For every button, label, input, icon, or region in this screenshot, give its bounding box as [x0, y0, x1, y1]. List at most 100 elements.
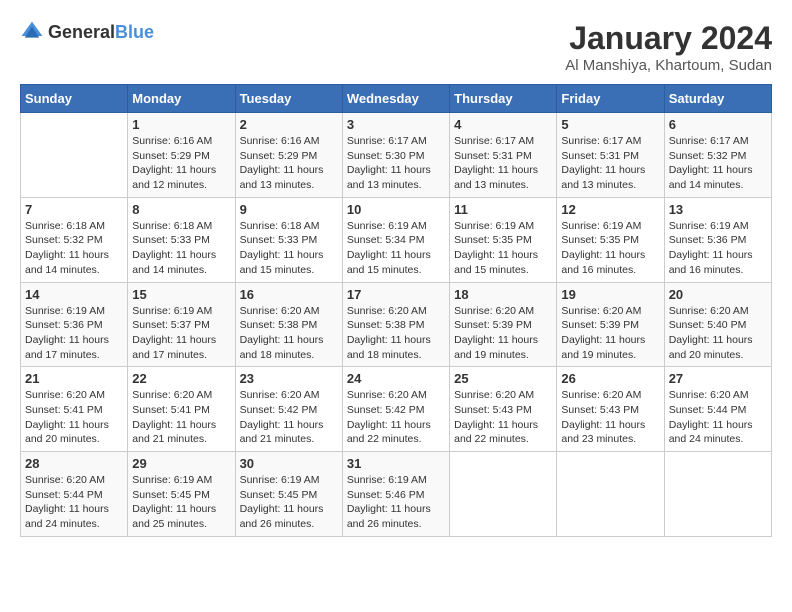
day-number: 14 [25, 287, 123, 302]
day-info: Sunrise: 6:18 AMSunset: 5:33 PMDaylight:… [240, 219, 338, 278]
day-number: 13 [669, 202, 767, 217]
day-number: 10 [347, 202, 445, 217]
calendar-table: SundayMondayTuesdayWednesdayThursdayFrid… [20, 84, 772, 537]
calendar-cell: 5 Sunrise: 6:17 AMSunset: 5:31 PMDaylight… [557, 113, 664, 198]
day-number: 12 [561, 202, 659, 217]
day-number: 24 [347, 371, 445, 386]
calendar-cell: 23Sunrise: 6:20 AMSunset: 5:42 PMDayligh… [235, 367, 342, 452]
calendar-cell: 22 Sunrise: 6:20 AMSunset: 5:41 PMDayligh… [128, 367, 235, 452]
logo: GeneralBlue [20, 20, 154, 44]
day-info: Sunrise: 6:16 AMSunset: 5:29 PMDaylight:… [240, 134, 338, 193]
calendar-cell: 21 Sunrise: 6:20 AMSunset: 5:41 PMDayligh… [21, 367, 128, 452]
day-number: 3 [347, 117, 445, 132]
day-number: 21 [25, 371, 123, 386]
logo-text-general: General [48, 22, 115, 42]
weekday-header-saturday: Saturday [664, 85, 771, 113]
month-title: January 2024 [565, 20, 772, 57]
calendar-cell: 13 Sunrise: 6:19 AMSunset: 5:36 PMDayligh… [664, 197, 771, 282]
calendar-cell: 19 Sunrise: 6:20 AMSunset: 5:39 PMDayligh… [557, 282, 664, 367]
location-title: Al Manshiya, Khartoum, Sudan [565, 57, 772, 74]
calendar-cell: 1 Sunrise: 6:16 AMSunset: 5:29 PMDaylight… [128, 113, 235, 198]
day-number: 17 [347, 287, 445, 302]
day-info: Sunrise: 6:20 AMSunset: 5:43 PMDaylight:… [561, 388, 659, 447]
day-info: Sunrise: 6:20 AMSunset: 5:43 PMDaylight:… [454, 388, 552, 447]
day-info: Sunrise: 6:19 AMSunset: 5:34 PMDaylight:… [347, 219, 445, 278]
day-number: 31 [347, 456, 445, 471]
calendar-cell: 20 Sunrise: 6:20 AMSunset: 5:40 PMDayligh… [664, 282, 771, 367]
day-info: Sunrise: 6:20 AMSunset: 5:38 PMDaylight:… [347, 304, 445, 363]
day-info: Sunrise: 6:17 AMSunset: 5:31 PMDaylight:… [454, 134, 552, 193]
day-number: 28 [25, 456, 123, 471]
day-number: 9 [240, 202, 338, 217]
calendar-cell: 10 Sunrise: 6:19 AMSunset: 5:34 PMDayligh… [342, 197, 449, 282]
day-number: 15 [132, 287, 230, 302]
day-info: Sunrise: 6:19 AMSunset: 5:46 PMDaylight:… [347, 473, 445, 532]
day-info: Sunrise: 6:18 AMSunset: 5:33 PMDaylight:… [132, 219, 230, 278]
calendar-cell: 25Sunrise: 6:20 AMSunset: 5:43 PMDayligh… [450, 367, 557, 452]
day-number: 2 [240, 117, 338, 132]
week-row-1: 1 Sunrise: 6:16 AMSunset: 5:29 PMDaylight… [21, 113, 772, 198]
weekday-header-row: SundayMondayTuesdayWednesdayThursdayFrid… [21, 85, 772, 113]
day-info: Sunrise: 6:20 AMSunset: 5:41 PMDaylight:… [25, 388, 123, 447]
day-number: 26 [561, 371, 659, 386]
calendar-cell: 30Sunrise: 6:19 AMSunset: 5:45 PMDayligh… [235, 452, 342, 537]
day-number: 23 [240, 371, 338, 386]
calendar-cell: 3Sunrise: 6:17 AMSunset: 5:30 PMDaylight… [342, 113, 449, 198]
week-row-3: 14 Sunrise: 6:19 AMSunset: 5:36 PMDayligh… [21, 282, 772, 367]
day-info: Sunrise: 6:20 AMSunset: 5:42 PMDaylight:… [347, 388, 445, 447]
weekday-header-wednesday: Wednesday [342, 85, 449, 113]
day-number: 4 [454, 117, 552, 132]
calendar-cell: 4 Sunrise: 6:17 AMSunset: 5:31 PMDaylight… [450, 113, 557, 198]
calendar-cell: 31 Sunrise: 6:19 AMSunset: 5:46 PMDayligh… [342, 452, 449, 537]
calendar-cell [664, 452, 771, 537]
logo-text-blue: Blue [115, 22, 154, 42]
day-info: Sunrise: 6:19 AMSunset: 5:35 PMDaylight:… [454, 219, 552, 278]
day-info: Sunrise: 6:19 AMSunset: 5:36 PMDaylight:… [25, 304, 123, 363]
calendar-cell: 11 Sunrise: 6:19 AMSunset: 5:35 PMDayligh… [450, 197, 557, 282]
day-info: Sunrise: 6:19 AMSunset: 5:45 PMDaylight:… [240, 473, 338, 532]
calendar-cell: 2 Sunrise: 6:16 AMSunset: 5:29 PMDaylight… [235, 113, 342, 198]
day-number: 27 [669, 371, 767, 386]
calendar-cell: 9 Sunrise: 6:18 AMSunset: 5:33 PMDaylight… [235, 197, 342, 282]
day-number: 7 [25, 202, 123, 217]
page-header: GeneralBlue January 2024 Al Manshiya, Kh… [20, 20, 772, 74]
weekday-header-friday: Friday [557, 85, 664, 113]
day-info: Sunrise: 6:20 AMSunset: 5:39 PMDaylight:… [561, 304, 659, 363]
weekday-header-thursday: Thursday [450, 85, 557, 113]
calendar-cell: 6 Sunrise: 6:17 AMSunset: 5:32 PMDaylight… [664, 113, 771, 198]
day-info: Sunrise: 6:19 AMSunset: 5:35 PMDaylight:… [561, 219, 659, 278]
calendar-cell: 16 Sunrise: 6:20 AMSunset: 5:38 PMDayligh… [235, 282, 342, 367]
calendar-cell: 7Sunrise: 6:18 AMSunset: 5:32 PMDaylight… [21, 197, 128, 282]
day-info: Sunrise: 6:17 AMSunset: 5:31 PMDaylight:… [561, 134, 659, 193]
day-info: Sunrise: 6:17 AMSunset: 5:32 PMDaylight:… [669, 134, 767, 193]
calendar-cell [21, 113, 128, 198]
day-info: Sunrise: 6:20 AMSunset: 5:40 PMDaylight:… [669, 304, 767, 363]
day-number: 5 [561, 117, 659, 132]
day-number: 11 [454, 202, 552, 217]
calendar-cell: 26 Sunrise: 6:20 AMSunset: 5:43 PMDayligh… [557, 367, 664, 452]
day-number: 22 [132, 371, 230, 386]
weekday-header-sunday: Sunday [21, 85, 128, 113]
week-row-5: 28Sunrise: 6:20 AMSunset: 5:44 PMDayligh… [21, 452, 772, 537]
calendar-cell: 18Sunrise: 6:20 AMSunset: 5:39 PMDayligh… [450, 282, 557, 367]
day-number: 29 [132, 456, 230, 471]
calendar-cell: 29Sunrise: 6:19 AMSunset: 5:45 PMDayligh… [128, 452, 235, 537]
day-info: Sunrise: 6:20 AMSunset: 5:41 PMDaylight:… [132, 388, 230, 447]
calendar-cell: 28Sunrise: 6:20 AMSunset: 5:44 PMDayligh… [21, 452, 128, 537]
day-info: Sunrise: 6:19 AMSunset: 5:37 PMDaylight:… [132, 304, 230, 363]
day-number: 1 [132, 117, 230, 132]
day-info: Sunrise: 6:19 AMSunset: 5:36 PMDaylight:… [669, 219, 767, 278]
calendar-cell: 8 Sunrise: 6:18 AMSunset: 5:33 PMDaylight… [128, 197, 235, 282]
day-info: Sunrise: 6:20 AMSunset: 5:38 PMDaylight:… [240, 304, 338, 363]
day-number: 6 [669, 117, 767, 132]
day-number: 18 [454, 287, 552, 302]
week-row-4: 21 Sunrise: 6:20 AMSunset: 5:41 PMDayligh… [21, 367, 772, 452]
day-number: 19 [561, 287, 659, 302]
day-info: Sunrise: 6:16 AMSunset: 5:29 PMDaylight:… [132, 134, 230, 193]
day-number: 8 [132, 202, 230, 217]
calendar-cell [557, 452, 664, 537]
day-number: 20 [669, 287, 767, 302]
day-number: 16 [240, 287, 338, 302]
weekday-header-tuesday: Tuesday [235, 85, 342, 113]
calendar-cell: 17 Sunrise: 6:20 AMSunset: 5:38 PMDayligh… [342, 282, 449, 367]
